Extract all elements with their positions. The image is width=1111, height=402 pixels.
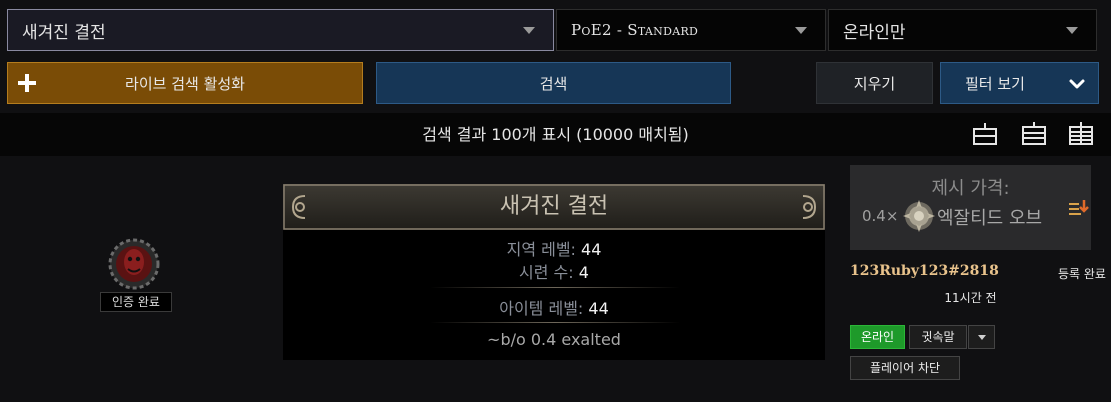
show-filters-button[interactable]: 필터 보기 [940, 62, 1099, 104]
exalted-orb-icon [903, 200, 935, 232]
search-button[interactable]: 검색 [376, 62, 731, 104]
search-label: 검색 [539, 74, 568, 93]
live-search-button[interactable]: 라이브 검색 활성화 [7, 62, 363, 104]
listed-label: 등록 완료 [1058, 267, 1106, 281]
results-summary: 검색 결과 100개 표시 (10000 매치됨) [422, 125, 689, 144]
whisper-dropdown-button[interactable] [968, 325, 995, 349]
online-status-select[interactable]: 온라인만 [828, 9, 1097, 51]
compact-view-icon[interactable] [972, 121, 998, 147]
price-sort-icon[interactable] [1068, 198, 1090, 220]
item-level-value: 44 [588, 299, 609, 318]
chevron-down-icon [795, 26, 807, 34]
chevron-down-icon [523, 26, 535, 34]
area-level-label: 지역 레벨: [506, 240, 576, 259]
item-level-row: 아이템 레벨: 44 [283, 295, 825, 319]
block-player-button[interactable]: 플레이어 차단 [850, 356, 960, 380]
chevron-down-icon [1066, 26, 1078, 34]
whisper-button[interactable]: 귓속말 [909, 325, 967, 349]
item-search-select[interactable]: 새겨진 결전 [7, 9, 554, 51]
clear-button[interactable]: 지우기 [816, 62, 933, 104]
detailed-view-icon[interactable] [1068, 121, 1094, 147]
separator [430, 322, 680, 323]
item-level-label: 아이템 레벨: [499, 299, 584, 318]
verified-seal-icon [108, 238, 160, 290]
trials-row: 시련 수: 4 [283, 259, 825, 283]
price-amount: 0.4× [862, 207, 899, 225]
clear-label: 지우기 [853, 74, 896, 93]
listed-time: 11시간 전 [944, 291, 997, 305]
online-status-badge: 온라인 [850, 325, 905, 349]
price-label: 제시 가격: [931, 178, 1010, 199]
separator [430, 287, 680, 288]
verified-badge: 인증 완료 [100, 292, 172, 312]
trials-value: 4 [578, 263, 589, 282]
list-view-icon[interactable] [1021, 121, 1047, 147]
area-level-value: 44 [581, 240, 602, 259]
price-currency: 엑잘티드 오브 [937, 208, 1043, 229]
caret-down-icon [978, 335, 986, 340]
chevron-down-icon [1069, 79, 1085, 89]
area-level-row: 지역 레벨: 44 [283, 236, 825, 260]
item-name: 새겨진 결전 [499, 194, 609, 219]
seller-account[interactable]: 123Ruby123#2818 [850, 263, 999, 279]
league-value: PoE2 - Standard [571, 21, 699, 39]
trials-label: 시련 수: [519, 263, 574, 282]
league-select[interactable]: PoE2 - Standard [556, 9, 826, 51]
online-status-value: 온라인만 [843, 22, 906, 43]
price-note: ~b/o 0.4 exalted [487, 330, 621, 349]
live-search-label: 라이브 검색 활성화 [125, 74, 245, 93]
plus-icon [18, 74, 36, 92]
item-search-value: 새겨진 결전 [22, 22, 106, 43]
show-filters-label: 필터 보기 [965, 74, 1025, 93]
